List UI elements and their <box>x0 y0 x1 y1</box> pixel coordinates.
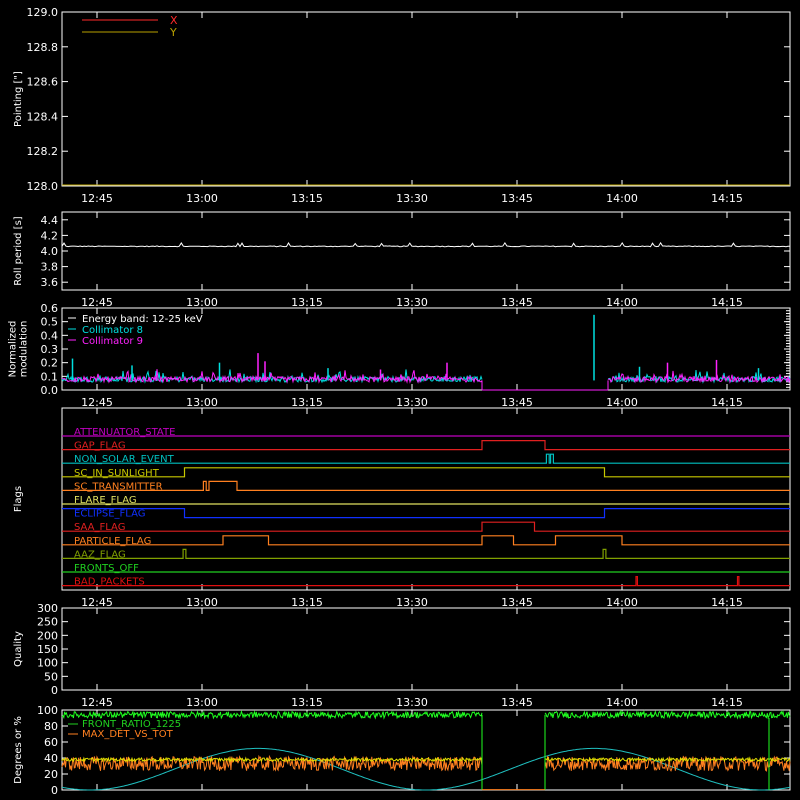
flag-line <box>62 548 790 559</box>
roll-ytick-label: 4.4 <box>41 214 59 227</box>
flags-xtick-label: 14:00 <box>606 596 638 609</box>
flag-line <box>62 508 790 519</box>
degrees-series-orange <box>61 754 483 772</box>
quality-ylabel: Quality <box>13 631 24 667</box>
pointing-ytick-label: 128.4 <box>27 110 59 123</box>
degrees-ytick-label: 60 <box>44 736 58 749</box>
degrees-series-green <box>61 709 483 720</box>
pointing-ytick-label: 129.0 <box>27 6 59 19</box>
flag-line <box>62 467 790 478</box>
flag-label: ECLIPSE_FLAG <box>74 509 145 520</box>
degrees-ytick-label: 80 <box>44 720 58 733</box>
flag-line <box>62 440 790 451</box>
roll-xtick-label: 13:15 <box>291 296 323 309</box>
quality-xtick-label: 13:30 <box>396 696 428 709</box>
pointing-xtick-label: 13:00 <box>186 192 218 205</box>
roll-xtick-label: 13:30 <box>396 296 428 309</box>
roll-series <box>61 241 790 248</box>
flags-xtick-label: 13:00 <box>186 596 218 609</box>
pointing-xtick-label: 13:45 <box>501 192 533 205</box>
roll-xtick-label: 13:45 <box>501 296 533 309</box>
modulation-ytick-label: 0.4 <box>41 329 59 342</box>
pointing-xtick-label: 13:15 <box>291 192 323 205</box>
pointing-xtick-label: 12:45 <box>81 192 113 205</box>
pointing-legend-label: Y <box>169 26 177 39</box>
flag-line <box>62 576 790 587</box>
degrees-series-yellow <box>544 756 791 763</box>
roll-xtick-label: 14:00 <box>606 296 638 309</box>
degrees-ytick-label: 100 <box>37 704 58 717</box>
flags-xtick-label: 13:45 <box>501 596 533 609</box>
modulation-ytick-label: 0.6 <box>41 302 59 315</box>
quality-xtick-label: 13:00 <box>186 696 218 709</box>
modulation-ylabel: modulation <box>19 321 30 378</box>
quality-xtick-label: 14:00 <box>606 696 638 709</box>
modulation-ytick-label: 0.0 <box>41 384 59 397</box>
pointing-xtick-label: 14:15 <box>711 192 743 205</box>
pointing-ytick-label: 128.2 <box>27 145 59 158</box>
modulation-xtick-label: 14:00 <box>606 396 638 409</box>
roll-ytick-label: 3.8 <box>41 261 59 274</box>
flag-line <box>62 521 790 532</box>
quality-xtick-label: 13:45 <box>501 696 533 709</box>
modulation-ylabel: Normalized <box>8 321 19 378</box>
pointing-ytick-label: 128.8 <box>27 41 59 54</box>
pointing-xtick-label: 14:00 <box>606 192 638 205</box>
quality-xtick-label: 13:15 <box>291 696 323 709</box>
modulation-legend-label: Collimator 8 <box>82 325 143 336</box>
quality-ytick-label: 300 <box>37 602 58 615</box>
roll-ytick-label: 3.6 <box>41 276 59 289</box>
quality-ytick-label: 0 <box>51 684 58 697</box>
degrees-series-green <box>544 709 791 720</box>
modulation-ytick-label: 0.3 <box>41 343 59 356</box>
degrees-ytick-label: 20 <box>44 768 58 781</box>
modulation-xtick-label: 13:00 <box>186 396 218 409</box>
quality-xtick-label: 12:45 <box>81 696 113 709</box>
pointing-ytick-label: 128.0 <box>27 180 59 193</box>
modulation-ytick-label: 0.5 <box>41 316 59 329</box>
roll-ytick-label: 4.2 <box>41 229 59 242</box>
quality-ytick-label: 200 <box>37 629 58 642</box>
roll-ytick-label: 4.0 <box>41 245 59 258</box>
pointing-ytick-label: 128.6 <box>27 76 59 89</box>
modulation-xtick-label: 12:45 <box>81 396 113 409</box>
orbit-summary-plots: 128.0 128.2 128.4 128.6 128.8 129.0 12:45 13:00… <box>8 6 791 797</box>
quality-frame <box>61 607 791 691</box>
modulation-ytick-label: 0.1 <box>41 370 59 383</box>
quality-ytick-label: 150 <box>37 643 58 656</box>
roll-ylabel: Roll period [s] <box>13 216 24 285</box>
degrees-ytick-label: 0 <box>51 784 58 797</box>
quality-ytick-label: 50 <box>44 670 58 683</box>
flags-xtick-label: 13:15 <box>291 596 323 609</box>
roll-xtick-label: 12:45 <box>81 296 113 309</box>
modulation-xtick-label: 13:30 <box>396 396 428 409</box>
flags-ylabel: Flags <box>13 486 24 512</box>
degrees-series-angle <box>61 747 791 791</box>
modulation-xtick-label: 13:45 <box>501 396 533 409</box>
flags-xtick-label: 14:15 <box>711 596 743 609</box>
quality-xtick-label: 14:15 <box>711 696 743 709</box>
modulation-xtick-label: 13:15 <box>291 396 323 409</box>
degrees-legend-label: MAX_DET_VS_TOT <box>82 729 174 740</box>
roll-xtick-label: 13:00 <box>186 296 218 309</box>
flag-line <box>62 535 790 546</box>
modulation-legend-label: Collimator 9 <box>82 336 143 347</box>
pointing-ylabel: Pointing ["] <box>13 71 24 127</box>
degrees-ytick-label: 40 <box>44 752 58 765</box>
degrees-ylabel: Degrees or % <box>13 716 24 784</box>
roll-frame <box>61 211 791 291</box>
quality-ytick-label: 100 <box>37 657 58 670</box>
modulation-ytick-label: 0.2 <box>41 357 59 370</box>
modulation-legend-label: Energy band: 12-25 keV <box>82 314 203 325</box>
flags-xtick-label: 12:45 <box>81 596 113 609</box>
pointing-xtick-label: 13:30 <box>396 192 428 205</box>
modulation-xtick-label: 14:15 <box>711 396 743 409</box>
quality-ytick-label: 250 <box>37 616 58 629</box>
flag-line <box>62 480 790 491</box>
flags-xtick-label: 13:30 <box>396 596 428 609</box>
roll-xtick-label: 14:15 <box>711 296 743 309</box>
